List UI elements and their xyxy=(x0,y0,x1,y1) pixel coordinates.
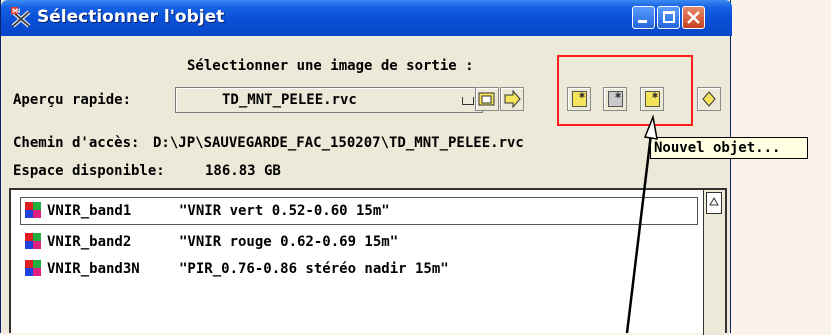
pointer-arrow-icon xyxy=(625,114,658,333)
